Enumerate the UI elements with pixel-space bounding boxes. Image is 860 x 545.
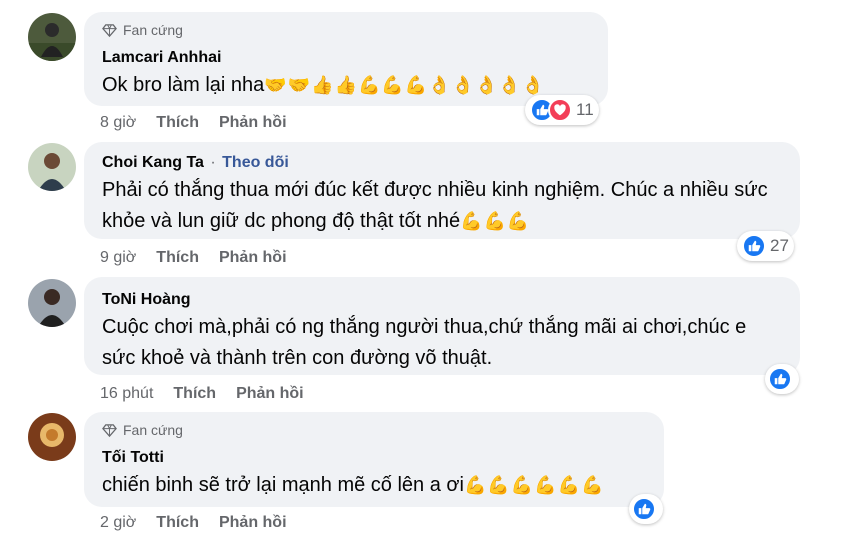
love-icon xyxy=(548,98,572,122)
author-name[interactable]: Choi Kang Ta xyxy=(102,154,204,171)
like-button[interactable]: Thích xyxy=(173,385,216,403)
like-button[interactable]: Thích xyxy=(156,514,199,532)
emoji-text: 🤝🤝👍👍💪💪💪👌👌👌👌👌 xyxy=(264,75,546,95)
comment-text: chiến binh sẽ trở lại mạnh mẽ cố lên a ơ… xyxy=(102,474,605,496)
avatar[interactable] xyxy=(28,413,76,461)
comment-actions: 9 giờ Thích Phản hồi xyxy=(100,249,287,267)
separator-dot: · xyxy=(205,154,221,171)
timestamp[interactable]: 8 giờ xyxy=(100,114,136,132)
reply-button[interactable]: Phản hồi xyxy=(236,385,304,403)
badge-label: Fan cứng xyxy=(123,22,183,38)
diamond-icon xyxy=(102,423,117,438)
comment-bubble: ToNi Hoàng Cuộc chơi mà,phải có ng thắng… xyxy=(84,277,800,375)
avatar[interactable] xyxy=(28,143,76,191)
comment-actions: 16 phút Thích Phản hồi xyxy=(100,385,304,403)
comment-actions: 8 giờ Thích Phản hồi xyxy=(100,114,287,132)
timestamp[interactable]: 16 phút xyxy=(100,385,153,403)
like-icon xyxy=(632,497,656,521)
author-name[interactable]: Tối Totti xyxy=(102,449,164,466)
badge: Fan cứng xyxy=(102,22,183,38)
badge-label: Fan cứng xyxy=(123,422,183,438)
follow-link[interactable]: Theo dõi xyxy=(222,154,289,171)
reaction-count: 27 xyxy=(770,236,789,255)
reply-button[interactable]: Phản hồi xyxy=(219,514,287,532)
avatar[interactable] xyxy=(28,279,76,327)
reply-button[interactable]: Phản hồi xyxy=(219,249,287,267)
comment-bubble: Fan cứng Lamcari Anhhai Ok bro làm lại n… xyxy=(84,12,608,106)
comment-text: Ok bro làm lại nha🤝🤝👍👍💪💪💪👌👌👌👌👌 xyxy=(102,74,546,96)
comment-bubble: Fan cứng Tối Totti chiến binh sẽ trở lại… xyxy=(84,412,664,507)
timestamp[interactable]: 2 giờ xyxy=(100,514,136,532)
like-button[interactable]: Thích xyxy=(156,249,199,267)
avatar[interactable] xyxy=(28,13,76,61)
like-icon xyxy=(768,367,792,391)
like-icon xyxy=(742,234,766,258)
emoji-text: 💪💪💪 xyxy=(460,211,531,231)
comment-text: Cuộc chơi mà,phải có ng thắng người thua… xyxy=(102,316,747,369)
reply-button[interactable]: Phản hồi xyxy=(219,114,287,132)
like-button[interactable]: Thích xyxy=(156,114,199,132)
reaction-summary[interactable] xyxy=(629,494,663,524)
reaction-summary[interactable] xyxy=(765,364,799,394)
timestamp[interactable]: 9 giờ xyxy=(100,249,136,267)
reaction-summary[interactable]: 11 xyxy=(525,95,599,125)
comment-actions: 2 giờ Thích Phản hồi xyxy=(100,514,287,532)
reaction-summary[interactable]: 27 xyxy=(737,231,794,261)
author-name[interactable]: ToNi Hoàng xyxy=(102,291,191,308)
comment-text: Phải có thắng thua mới đúc kết được nhiề… xyxy=(102,179,768,232)
author-name[interactable]: Lamcari Anhhai xyxy=(102,49,221,66)
badge: Fan cứng xyxy=(102,422,183,438)
reaction-count: 11 xyxy=(576,100,594,119)
diamond-icon xyxy=(102,23,117,38)
emoji-text: 💪💪💪💪💪💪 xyxy=(463,475,605,495)
comment-bubble: Choi Kang Ta · Theo dõi Phải có thắng th… xyxy=(84,142,800,239)
